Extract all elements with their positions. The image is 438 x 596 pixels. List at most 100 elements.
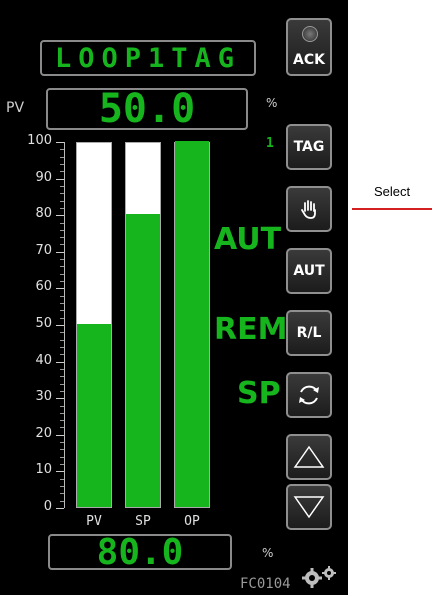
scale-minor-tick (60, 266, 64, 268)
scale-minor-tick (60, 156, 64, 158)
pv-unit: % (266, 96, 278, 110)
scale-minor-tick (60, 427, 64, 429)
scale-major-tick (56, 215, 64, 217)
output-display: 80.0 (48, 532, 232, 573)
loop-tag-display: LOOP1TAG (40, 40, 256, 76)
scale-tick-label: 30 (35, 389, 52, 405)
tag-button-label: TAG (293, 139, 325, 155)
scale-major-tick (56, 508, 64, 509)
bar-op (174, 141, 210, 508)
scale-minor-tick (60, 185, 64, 187)
device-id: FC0104 (240, 576, 291, 592)
scale-tick-label: 80 (35, 206, 52, 222)
scale-major-tick (56, 471, 64, 473)
scale-minor-tick (60, 405, 64, 407)
refresh-icon (299, 385, 319, 405)
alarm-lamp-icon (302, 26, 318, 42)
scale-major-tick (56, 251, 64, 253)
down-arrow-icon (293, 496, 325, 519)
scale-minor-tick (60, 500, 64, 502)
scale-tick-label: 0 (43, 499, 52, 514)
controller-faceplate: LOOP1TAG PV 50.0 % 100 90 80 70 60 50 40 30 20 10… (0, 0, 348, 595)
tag-number: 1 (266, 136, 274, 151)
scale-minor-tick (60, 207, 64, 209)
scale-tick-label: 40 (35, 352, 52, 368)
hand-icon (301, 200, 316, 219)
auto-mode-indicator: AUT (214, 222, 282, 257)
scale-tick-label: 90 (35, 169, 52, 185)
scale-minor-tick (60, 376, 64, 378)
scale-tick-label: 10 (35, 462, 52, 478)
setpoint-mode-indicator: SP (237, 376, 281, 411)
scale-minor-tick (60, 420, 64, 422)
up-arrow-icon (293, 445, 325, 468)
ack-button-label: ACK (293, 52, 325, 68)
scale-minor-tick (60, 346, 64, 348)
aut-button[interactable]: AUT (286, 248, 332, 294)
scale-tick-label: 70 (35, 242, 52, 258)
loop-tag-text: LOOP1TAG (54, 43, 242, 74)
scale-minor-tick (60, 229, 64, 231)
pv-label: PV (6, 100, 25, 116)
scale-minor-tick (60, 303, 64, 305)
scale-minor-tick (60, 171, 64, 173)
scale-minor-tick (60, 478, 64, 480)
bar-fill-pv (77, 324, 111, 507)
bar-label-pv: PV (86, 514, 102, 529)
scale-minor-tick (60, 237, 64, 239)
scale-minor-tick (60, 244, 64, 246)
scale-minor-tick (60, 273, 64, 275)
bar-label-sp: SP (135, 514, 151, 529)
pv-display: 50.0 (46, 86, 248, 132)
pv-value: 50.0 (98, 86, 196, 132)
output-value: 80.0 (96, 532, 184, 573)
scale-major-tick (56, 361, 64, 363)
scale-minor-tick (60, 368, 64, 370)
scale-minor-tick (60, 354, 64, 356)
tag-button[interactable]: TAG (286, 124, 332, 170)
scale-minor-tick (60, 412, 64, 414)
scale-minor-tick (60, 259, 64, 261)
manual-hand-button[interactable] (286, 186, 332, 232)
setpoint-toggle-button[interactable] (286, 372, 332, 418)
scale-minor-tick (60, 295, 64, 297)
select-annotation-label: Select (374, 184, 411, 199)
scale-minor-tick (60, 456, 64, 458)
decrease-button[interactable] (286, 484, 332, 530)
scale-minor-tick (60, 383, 64, 385)
scale-major-tick (56, 434, 64, 436)
aut-button-label: AUT (293, 263, 325, 279)
bar-fill-sp (126, 214, 160, 507)
scale-minor-tick (60, 317, 64, 319)
scale-minor-tick (60, 486, 64, 488)
scale-minor-tick (60, 163, 64, 165)
scale-tick-label: 50 (35, 316, 52, 331)
select-annotation-line (352, 208, 432, 210)
scale-major-tick (56, 398, 64, 400)
scale-minor-tick (60, 464, 64, 466)
scale-major-tick (56, 178, 64, 180)
scale-minor-tick (60, 193, 64, 195)
scale-minor-tick (60, 149, 64, 151)
scale-tick-label: 60 (35, 279, 52, 295)
scale-minor-tick (60, 339, 64, 341)
scale-minor-tick (60, 310, 64, 312)
scale-major-tick (56, 142, 64, 143)
scale-minor-tick (60, 442, 64, 444)
ack-button[interactable]: ACK (286, 18, 332, 76)
scale-minor-tick (60, 200, 64, 202)
bar-pv (76, 142, 112, 508)
settings-gears-icon[interactable] (300, 564, 340, 592)
rl-button-label: R/L (296, 325, 322, 341)
scale-minor-tick (60, 222, 64, 224)
scale-minor-tick (60, 493, 64, 495)
scale-minor-tick (60, 281, 64, 283)
rl-button[interactable]: R/L (286, 310, 332, 356)
scale-major-tick (56, 325, 64, 326)
scale-minor-tick (60, 332, 64, 334)
scale-tick-label: 100 (27, 133, 52, 148)
scale-minor-tick (60, 390, 64, 392)
scale-tick-label: 20 (35, 425, 52, 441)
increase-button[interactable] (286, 434, 332, 480)
bar-sp (125, 142, 161, 508)
